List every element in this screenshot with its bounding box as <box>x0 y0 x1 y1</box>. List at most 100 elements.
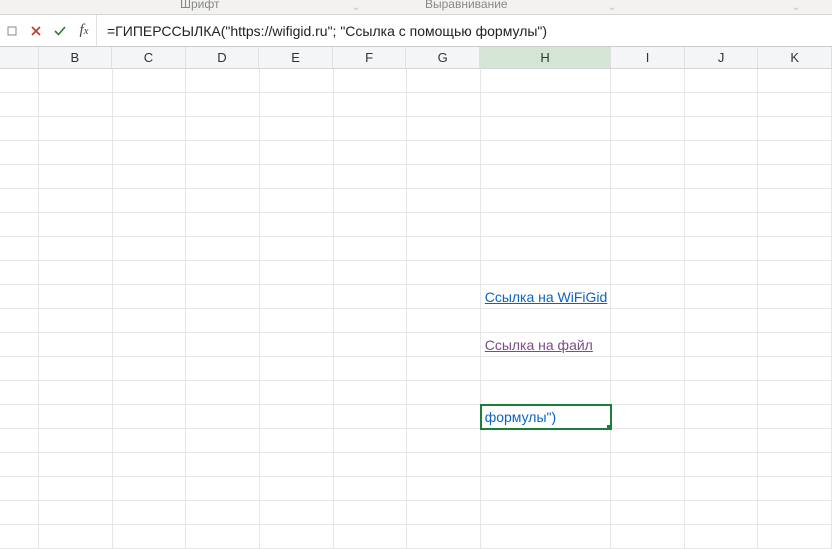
cell[interactable] <box>113 357 187 381</box>
cell[interactable] <box>758 165 832 189</box>
cell[interactable] <box>260 333 334 357</box>
hyperlink-cell[interactable]: Ссылка на WiFiGid <box>481 285 611 309</box>
cell[interactable] <box>334 477 408 501</box>
cell[interactable] <box>611 405 685 429</box>
cell[interactable] <box>186 501 260 525</box>
cell[interactable] <box>685 93 759 117</box>
hyperlink-visited-cell[interactable]: Ссылка на файл <box>481 333 611 357</box>
formula-expand-button[interactable] <box>0 15 24 47</box>
cell[interactable] <box>611 285 685 309</box>
cell[interactable] <box>260 237 334 261</box>
cell[interactable] <box>39 477 113 501</box>
cell[interactable] <box>39 381 113 405</box>
cell[interactable] <box>113 213 187 237</box>
cell[interactable] <box>407 213 481 237</box>
cell[interactable] <box>481 213 611 237</box>
insert-function-button[interactable]: fx <box>72 15 96 47</box>
col-header[interactable] <box>0 47 39 68</box>
cell[interactable] <box>39 237 113 261</box>
cell[interactable] <box>113 237 187 261</box>
cell[interactable] <box>334 285 408 309</box>
cell[interactable] <box>186 453 260 477</box>
cell[interactable] <box>758 285 832 309</box>
cell[interactable] <box>334 165 408 189</box>
cell[interactable] <box>685 285 759 309</box>
cell[interactable] <box>113 141 187 165</box>
cell[interactable] <box>685 261 759 285</box>
cell[interactable] <box>113 381 187 405</box>
cell[interactable] <box>407 405 481 429</box>
cell[interactable] <box>334 381 408 405</box>
cell[interactable] <box>113 93 187 117</box>
spreadsheet-grid[interactable]: B C D E F G H I J K Ссылка на WiFiGidСсы… <box>0 47 832 549</box>
cell[interactable] <box>39 429 113 453</box>
col-header-d[interactable]: D <box>186 47 260 68</box>
cell[interactable] <box>0 477 39 501</box>
cell[interactable] <box>685 117 759 141</box>
cell[interactable] <box>186 477 260 501</box>
cell[interactable] <box>611 69 685 93</box>
cell[interactable] <box>407 261 481 285</box>
cell[interactable] <box>0 501 39 525</box>
cell[interactable] <box>113 525 187 549</box>
col-header-e[interactable]: E <box>259 47 333 68</box>
cell[interactable] <box>611 141 685 165</box>
cell[interactable] <box>407 357 481 381</box>
formula-cancel-button[interactable] <box>24 15 48 47</box>
cell[interactable] <box>685 429 759 453</box>
cell[interactable] <box>481 189 611 213</box>
cell[interactable] <box>407 69 481 93</box>
cell[interactable] <box>611 117 685 141</box>
cell[interactable] <box>186 381 260 405</box>
col-header-c[interactable]: C <box>112 47 186 68</box>
cell[interactable] <box>758 333 832 357</box>
cell[interactable] <box>334 189 408 213</box>
cell[interactable] <box>39 189 113 213</box>
cell[interactable] <box>481 477 611 501</box>
cell[interactable] <box>685 405 759 429</box>
cell[interactable] <box>758 93 832 117</box>
cell[interactable] <box>611 381 685 405</box>
cell[interactable] <box>113 309 187 333</box>
cell[interactable] <box>113 501 187 525</box>
cell[interactable] <box>334 117 408 141</box>
cell[interactable] <box>334 141 408 165</box>
cell[interactable] <box>758 381 832 405</box>
cell[interactable] <box>113 69 187 93</box>
cell[interactable] <box>758 453 832 477</box>
cell[interactable] <box>481 501 611 525</box>
col-header-i[interactable]: I <box>611 47 685 68</box>
cell[interactable] <box>186 213 260 237</box>
cell[interactable] <box>0 237 39 261</box>
cell[interactable] <box>481 237 611 261</box>
cell[interactable] <box>685 213 759 237</box>
cell[interactable] <box>611 333 685 357</box>
cell[interactable] <box>0 381 39 405</box>
cell[interactable] <box>481 165 611 189</box>
cell[interactable] <box>334 453 408 477</box>
cell[interactable] <box>186 285 260 309</box>
cell[interactable] <box>611 165 685 189</box>
cell[interactable] <box>260 357 334 381</box>
cell[interactable] <box>113 285 187 309</box>
cell[interactable] <box>481 69 611 93</box>
col-header-f[interactable]: F <box>333 47 407 68</box>
cell[interactable] <box>186 357 260 381</box>
cell[interactable] <box>407 237 481 261</box>
cell[interactable] <box>39 261 113 285</box>
cell[interactable] <box>407 333 481 357</box>
cell[interactable] <box>39 525 113 549</box>
cell[interactable] <box>334 525 408 549</box>
cell[interactable] <box>758 117 832 141</box>
cell[interactable] <box>407 381 481 405</box>
cell[interactable] <box>260 405 334 429</box>
cell[interactable] <box>481 93 611 117</box>
cell[interactable] <box>685 333 759 357</box>
cell[interactable] <box>407 93 481 117</box>
cell[interactable] <box>611 501 685 525</box>
cell[interactable] <box>0 309 39 333</box>
cell[interactable] <box>260 501 334 525</box>
cell[interactable] <box>186 237 260 261</box>
cell[interactable] <box>758 525 832 549</box>
cell[interactable] <box>113 333 187 357</box>
